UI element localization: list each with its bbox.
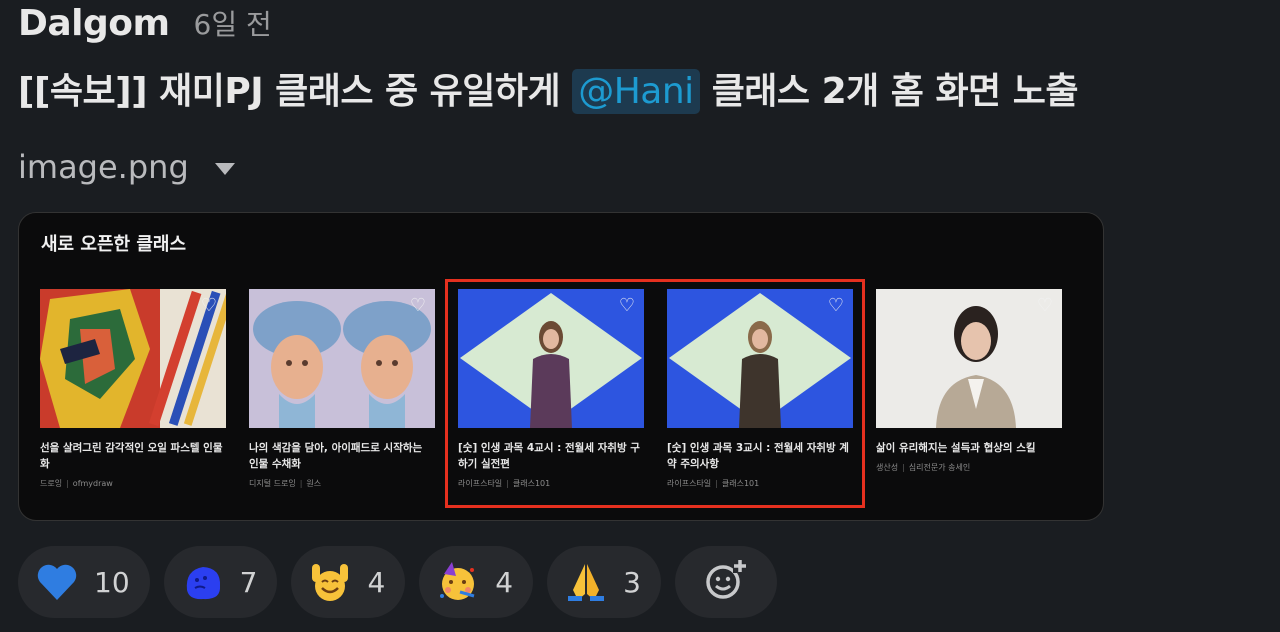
class-meta: 드로잉 | ofmydraw — [40, 478, 226, 489]
add-reaction-button[interactable] — [674, 546, 777, 618]
meta-divider: | — [902, 463, 905, 472]
reaction-pill[interactable]: 10 — [18, 546, 150, 618]
heart-icon[interactable]: ♡ — [201, 295, 217, 316]
class-card[interactable]: ♡ 선을 살려그린 감각적인 오일 파스텔 인물화 드로잉 | ofmydraw — [40, 289, 226, 489]
class-title: 삶이 유리해지는 설득과 협상의 스킬 — [876, 442, 1036, 454]
reaction-count: 7 — [239, 565, 258, 599]
message-text-before: [[속보]] 재미PJ 클래스 중 유일하게 — [18, 71, 573, 112]
class-title: 나의 색감을 담아, 아이패드로 시작하는 인물 수채화 — [249, 442, 423, 470]
raised-hands-face-icon — [307, 559, 353, 605]
class-creator: 원스 — [306, 479, 322, 488]
message-text-after: 클래스 2개 홈 화면 노출 — [699, 71, 1079, 112]
chevron-down-icon[interactable] — [214, 163, 235, 175]
user-mention[interactable]: @Hani — [572, 69, 700, 114]
heart-icon[interactable]: ♡ — [410, 295, 426, 316]
attachment-filename[interactable]: image.png — [18, 148, 189, 186]
class-meta: 디지털 드로잉 | 원스 — [249, 478, 435, 489]
preview-section-title: 새로 오픈한 클래스 — [41, 234, 187, 255]
reaction-count: 3 — [623, 565, 641, 599]
class-creator: ofmydraw — [72, 479, 113, 488]
message-text: [[속보]] 재미PJ 클래스 중 유일하게 @Hani 클래스 2개 홈 화면… — [18, 62, 1078, 114]
meta-divider: | — [66, 479, 69, 488]
reaction-pill[interactable]: 3 — [547, 546, 661, 618]
class-thumbnail: ♡ — [249, 289, 435, 428]
reaction-pill[interactable]: 4 — [291, 546, 406, 618]
class-card[interactable]: ♡ 삶이 유리해지는 설득과 협상의 스킬 생산성 | 심리전문가 송세인 — [876, 289, 1062, 473]
class-thumbnail: ♡ — [876, 289, 1062, 428]
message-header: Dalgom 6일 전 — [18, 0, 272, 46]
reaction-count: 4 — [367, 565, 386, 599]
blue-heart-icon — [34, 559, 80, 605]
message-timestamp[interactable]: 6일 전 — [194, 3, 272, 43]
reaction-pill[interactable]: 7 — [163, 546, 278, 618]
class-title: 선을 살려그린 감각적인 오일 파스텔 인물화 — [40, 442, 223, 470]
blue-blob-emoji-icon — [180, 559, 226, 605]
heart-icon[interactable]: ♡ — [1037, 295, 1053, 316]
class-thumbnail: ♡ — [40, 289, 226, 428]
class-category: 드로잉 — [40, 479, 63, 488]
partying-face-icon — [435, 559, 481, 605]
class-category: 디지털 드로잉 — [249, 479, 296, 488]
attachment-header[interactable]: image.png — [18, 148, 235, 186]
folded-hands-icon — [563, 559, 609, 605]
add-reaction-icon — [703, 557, 749, 607]
class-card[interactable]: ♡ 나의 색감을 담아, 아이패드로 시작하는 인물 수채화 디지털 드로잉 | 원… — [249, 289, 435, 489]
reaction-count: 10 — [94, 565, 130, 599]
author-name[interactable]: Dalgom — [18, 3, 170, 44]
reaction-pill[interactable]: 4 — [419, 546, 534, 618]
highlight-box — [445, 279, 865, 508]
reaction-bar: 10 7 4 4 3 — [18, 546, 777, 618]
class-category: 생산성 — [876, 463, 899, 472]
reaction-count: 4 — [495, 565, 514, 599]
class-creator: 심리전문가 송세인 — [908, 463, 971, 472]
meta-divider: | — [299, 479, 303, 488]
class-meta: 생산성 | 심리전문가 송세인 — [876, 462, 1062, 473]
